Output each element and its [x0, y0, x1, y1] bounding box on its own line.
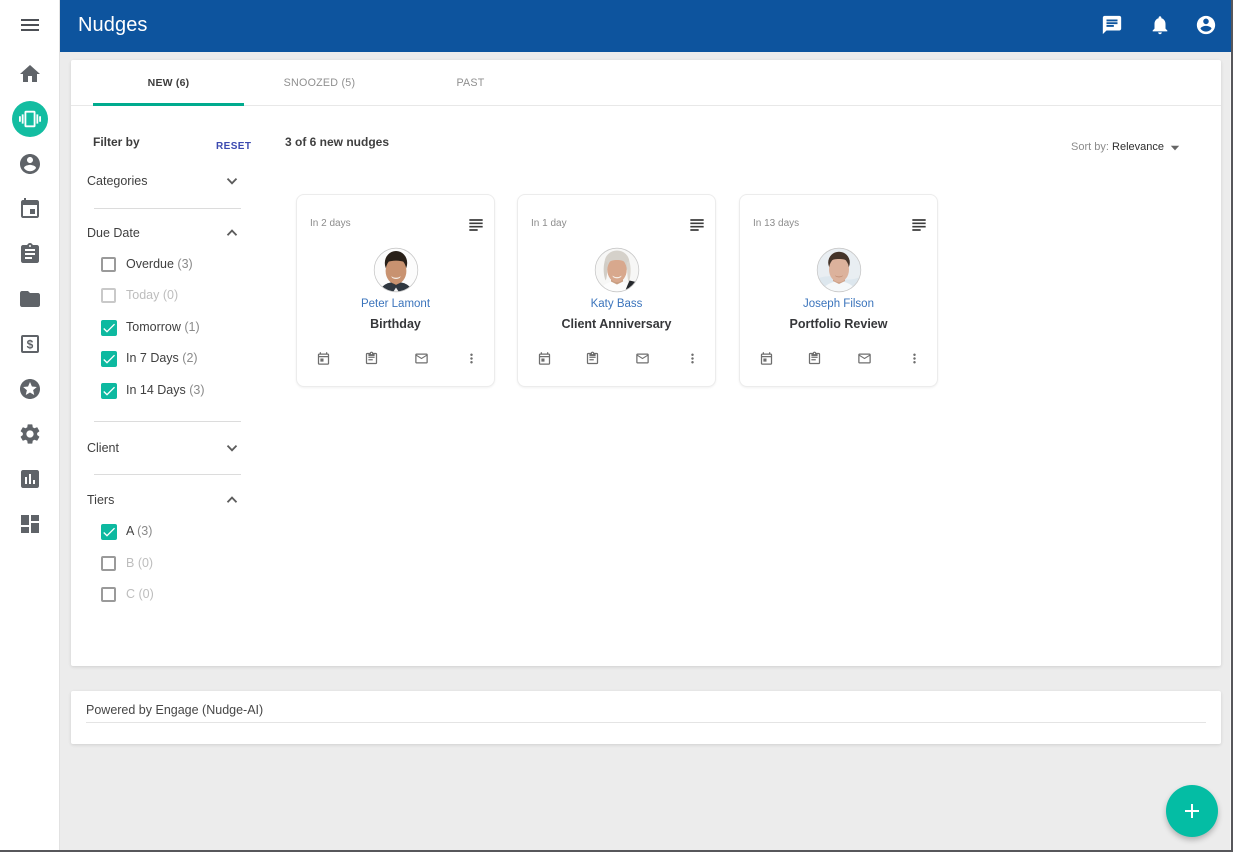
- svg-text:$: $: [27, 337, 34, 351]
